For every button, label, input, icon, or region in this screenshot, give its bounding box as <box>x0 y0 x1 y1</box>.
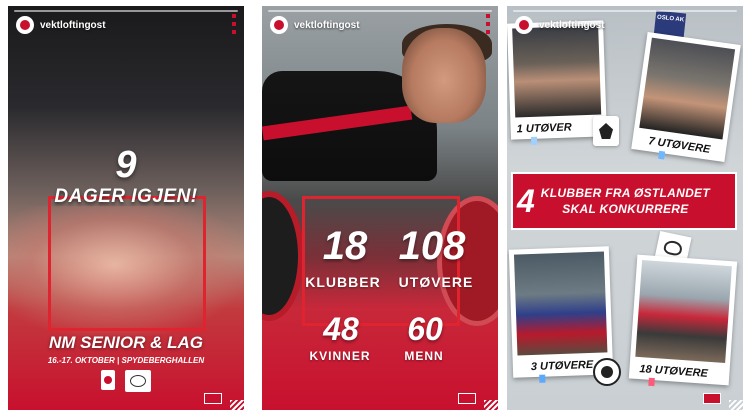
story-header: vektloftingost <box>16 16 106 34</box>
story-progress-bar <box>14 10 238 12</box>
club-photo-2: 7 UTØVERE <box>631 32 741 162</box>
athlete-head <box>402 28 486 123</box>
federation-logo-icon <box>101 370 115 390</box>
corner-hatch <box>484 400 498 410</box>
stat-men-label: MENN <box>404 349 444 363</box>
club-athlete-count: 3 UTØVERE <box>530 358 594 374</box>
headline-banner: 4 KLUBBER FRA ØSTLANDET SKAL KONKURRERE <box>511 172 737 230</box>
club-tag <box>539 374 546 383</box>
corner-hatch <box>729 400 743 410</box>
decor-dots-icon <box>486 14 490 34</box>
banner-line-2: SKAL KONKURRERE <box>562 202 689 216</box>
story-stats[interactable]: vektloftingost 18 108 KLUBBER UTØVERE 48… <box>262 6 498 410</box>
club-photo-4: 18 UTØVERE <box>628 254 738 387</box>
corner-hatch <box>230 400 244 410</box>
story-countdown[interactable]: vektloftingost 9 DAGER IGJEN! NM SENIOR … <box>8 6 244 410</box>
athlete-photo <box>635 259 732 364</box>
club-logo-icon <box>593 358 621 386</box>
account-avatar[interactable] <box>270 16 288 34</box>
club-photo-1: 1 UTØVER <box>507 20 607 145</box>
club-tag <box>648 377 655 387</box>
account-handle[interactable]: vektloftingost <box>40 20 106 31</box>
account-handle[interactable]: vektloftingost <box>294 20 360 31</box>
club-tag <box>658 150 666 160</box>
stat-athletes-label: UTØVERE <box>398 274 474 290</box>
account-avatar[interactable] <box>16 16 34 34</box>
red-frame <box>48 196 206 331</box>
banner-number: 4 <box>517 183 535 219</box>
event-title: NM SENIOR & LAG <box>49 333 203 352</box>
stat-men-value: 60 <box>407 311 443 347</box>
brand-badge-icon <box>703 393 721 404</box>
account-handle[interactable]: vektloftingost <box>539 20 605 31</box>
club-logo-icon <box>125 370 151 392</box>
story-progress-bar <box>513 10 737 12</box>
brand-badge-icon <box>458 393 476 404</box>
story-clubs[interactable]: vektloftingost OSLO AK 1 UTØVER 7 UTØVER… <box>507 6 743 410</box>
club-logo-icon <box>593 116 619 146</box>
banner-line-1: KLUBBER FRA ØSTLANDET <box>540 185 710 200</box>
story-header: vektloftingost <box>515 16 605 34</box>
countdown-text: DAGER IGJEN! <box>54 186 198 207</box>
account-avatar[interactable] <box>515 16 533 34</box>
athlete-photo <box>512 25 602 118</box>
stat-athletes-value: 108 <box>398 224 466 268</box>
club-photo-3: 3 UTØVERE <box>508 246 614 383</box>
club-athlete-count: 1 UTØVER <box>516 121 572 136</box>
stat-women-value: 48 <box>323 311 359 347</box>
club-athlete-count: 7 UTØVERE <box>647 135 712 156</box>
story-header: vektloftingost <box>270 16 360 34</box>
brand-badge-icon <box>204 393 222 404</box>
story-progress-bar <box>268 10 492 12</box>
athlete-photo <box>513 251 608 356</box>
event-date: 16.-17. OKTOBER | SPYDEBERGHALLEN <box>47 356 205 365</box>
banner-text: KLUBBER FRA ØSTLANDET SKAL KONKURRERE <box>541 185 710 217</box>
stat-clubs-label: KLUBBER <box>305 274 381 290</box>
barbell-plate-left <box>262 191 304 321</box>
decor-dots-icon <box>232 14 236 34</box>
stat-clubs-value: 18 <box>322 224 368 268</box>
club-tag <box>530 136 538 145</box>
athlete-photo <box>639 37 736 140</box>
countdown-number: 9 <box>115 144 137 186</box>
stat-women-label: KVINNER <box>309 349 371 363</box>
